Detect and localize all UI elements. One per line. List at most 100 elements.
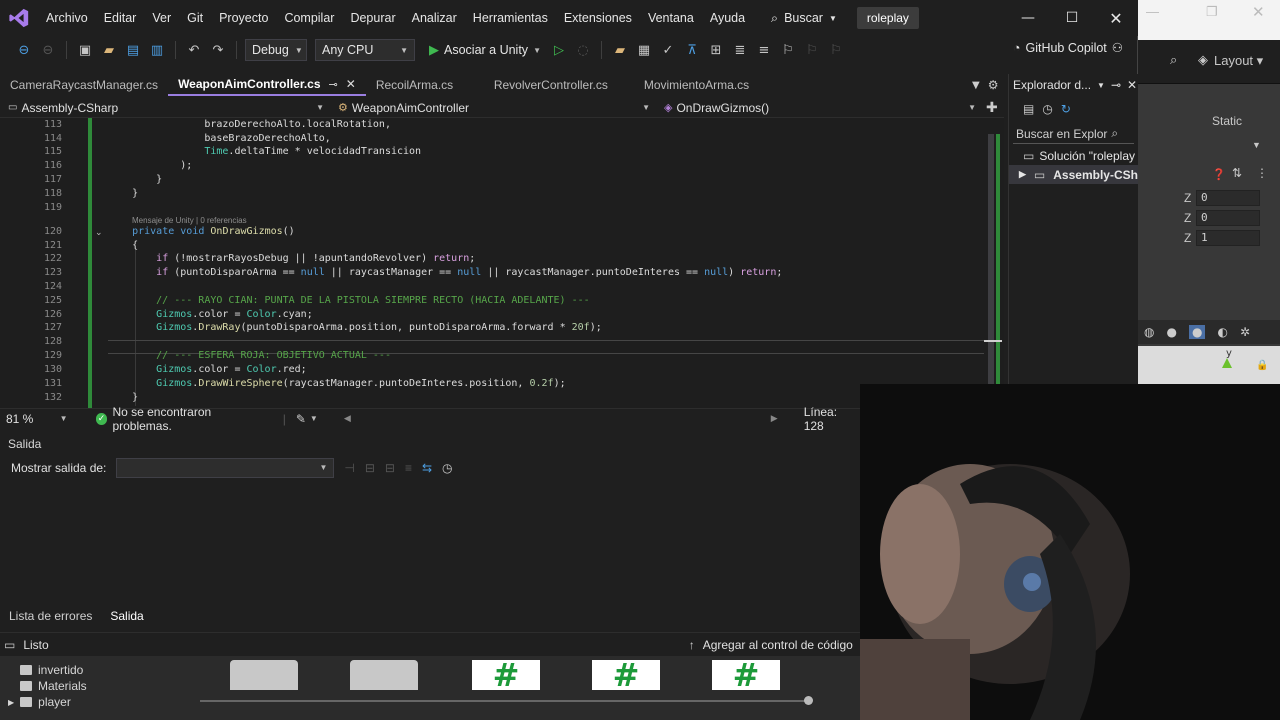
split-editor-icon[interactable]: ✚: [986, 99, 998, 116]
menu-editar[interactable]: Editar: [96, 0, 145, 36]
gear-icon[interactable]: ✲: [1240, 325, 1250, 339]
scale-z-field[interactable]: 1: [1196, 230, 1260, 246]
zoom-slider-thumb[interactable]: [804, 696, 813, 705]
redo-icon[interactable]: ↷: [208, 40, 228, 60]
layers-icon[interactable]: ◈: [1198, 52, 1208, 68]
close-icon[interactable]: ✕: [1252, 3, 1265, 21]
layout-dropdown[interactable]: Layout ▾: [1214, 53, 1263, 69]
scrollbar-track[interactable]: [988, 134, 994, 384]
hot-reload-icon[interactable]: ◌: [573, 40, 593, 60]
indent-icon[interactable]: ≣: [730, 40, 750, 60]
more-icon[interactable]: ⋮: [1256, 166, 1268, 180]
project-folder-item[interactable]: Materials: [20, 678, 87, 694]
half-sphere-icon[interactable]: ◐: [1217, 325, 1227, 339]
outdent-icon[interactable]: ≡: [754, 40, 774, 60]
project-scrollbar[interactable]: [200, 700, 810, 702]
tab-error-list[interactable]: Lista de errores: [0, 604, 101, 628]
forward-icon[interactable]: ⊖: [38, 40, 58, 60]
position-z-field[interactable]: 0: [1196, 190, 1260, 206]
sphere-active-icon[interactable]: ●: [1188, 325, 1206, 339]
restore-icon[interactable]: ❐: [1206, 4, 1218, 20]
clear-icon[interactable]: ⊟: [365, 461, 375, 475]
editor-vertical-scrollbar[interactable]: [984, 118, 1004, 408]
chevron-down-icon[interactable]: ▼: [310, 414, 318, 423]
prev-message-icon[interactable]: ⊟: [385, 461, 395, 475]
clock-icon[interactable]: ◷: [442, 461, 452, 475]
undo-icon[interactable]: ↶: [184, 40, 204, 60]
pin-icon[interactable]: ⊸: [1111, 78, 1121, 92]
step-icon[interactable]: ⊞: [706, 40, 726, 60]
help-icon[interactable]: ❓: [1212, 168, 1226, 181]
globe-icon[interactable]: ◍: [1144, 325, 1154, 339]
prev-bookmark-icon[interactable]: ⚐: [802, 40, 822, 60]
chevron-down-icon[interactable]: ▼: [1097, 81, 1105, 90]
layout-icon[interactable]: ▦: [634, 40, 654, 60]
menu-proyecto[interactable]: Proyecto: [211, 0, 276, 36]
solution-search-box[interactable]: Buscar en Explor ⌕: [1013, 124, 1134, 144]
menu-ver[interactable]: Ver: [144, 0, 179, 36]
browse-folder-icon[interactable]: ▰: [610, 40, 630, 60]
tab-weapon-aim-controller[interactable]: WeaponAimController.cs ⊸ ✕: [168, 74, 366, 96]
tab-movimiento-arma[interactable]: MovimientoArma.cs: [634, 74, 759, 96]
open-folder-icon[interactable]: ▰: [99, 40, 119, 60]
settings-icon[interactable]: ⇅: [1232, 166, 1242, 180]
code-editor[interactable]: ⌄ 113 brazoDerechoAlto.localRotation, 11…: [0, 118, 990, 408]
csharp-script-icon[interactable]: #: [472, 660, 540, 690]
menu-herramientas[interactable]: Herramientas: [465, 0, 556, 36]
tab-recoil-arma[interactable]: RecoilArma.cs: [366, 74, 484, 96]
format-icon[interactable]: ✓: [658, 40, 678, 60]
minimize-button[interactable]: —: [1006, 0, 1050, 36]
menu-git[interactable]: Git: [179, 0, 211, 36]
close-button[interactable]: ✕: [1094, 0, 1138, 36]
tab-revolver-controller[interactable]: RevolverController.cs: [484, 74, 634, 96]
problems-status[interactable]: No se encontraron problemas.: [112, 405, 272, 433]
tab-output[interactable]: Salida: [101, 604, 152, 628]
save-all-icon[interactable]: ▥: [147, 40, 167, 60]
scroll-right-icon[interactable]: ▶: [771, 413, 778, 424]
breakpoint-icon[interactable]: ⊼: [682, 40, 702, 60]
start-without-debug-icon[interactable]: ▷: [549, 40, 569, 60]
back-icon[interactable]: ⊖: [14, 40, 34, 60]
project-folder-item[interactable]: invertido: [20, 662, 83, 678]
brush-icon[interactable]: ✎: [296, 412, 306, 426]
zoom-level[interactable]: 81 %: [0, 412, 60, 426]
new-project-icon[interactable]: ▣: [75, 40, 95, 60]
menu-extensiones[interactable]: Extensiones: [556, 0, 640, 36]
next-bookmark-icon[interactable]: ⚐: [826, 40, 846, 60]
search-icon[interactable]: ⌕: [1170, 52, 1177, 68]
chevron-down-icon[interactable]: ▼: [972, 80, 980, 91]
chevron-down-icon[interactable]: ▼: [60, 414, 68, 423]
asset-folder-thumbnail[interactable]: [230, 660, 298, 690]
tree-solution-node[interactable]: ▭ Solución "roleplay: [1009, 146, 1138, 165]
toggle-wrap-icon[interactable]: ⇆: [422, 461, 432, 475]
asset-folder-thumbnail[interactable]: [350, 660, 418, 690]
tab-camera-raycast-manager[interactable]: CameraRaycastManager.cs: [0, 74, 168, 96]
dropdown-arrow-icon[interactable]: ▼: [1252, 140, 1261, 150]
find-message-icon[interactable]: ⊣: [344, 461, 354, 475]
github-copilot-button[interactable]: ◔ GitHub Copilot ⚇: [1013, 40, 1123, 56]
save-icon[interactable]: ▤: [123, 40, 143, 60]
menu-ventana[interactable]: Ventana: [640, 0, 702, 36]
scroll-left-icon[interactable]: ◀: [344, 413, 351, 424]
close-icon[interactable]: ✕: [1127, 78, 1137, 92]
project-folder-item[interactable]: ▶ player: [8, 694, 71, 710]
maximize-button[interactable]: ☐: [1050, 0, 1094, 36]
csharp-script-icon[interactable]: #: [712, 660, 780, 690]
menu-analizar[interactable]: Analizar: [404, 0, 465, 36]
source-control-button[interactable]: Agregar al control de código: [703, 638, 853, 652]
menu-archivo[interactable]: Archivo: [38, 0, 96, 36]
project-dropdown[interactable]: ▭ Assembly-CSharp ▼: [0, 98, 330, 118]
gear-icon[interactable]: ⚙: [988, 78, 999, 92]
configuration-dropdown[interactable]: Debug ▼: [245, 39, 307, 61]
close-tab-icon[interactable]: ✕: [346, 77, 356, 91]
menu-compilar[interactable]: Compilar: [276, 0, 342, 36]
output-source-dropdown[interactable]: ▼: [116, 458, 335, 478]
word-wrap-icon[interactable]: ≡: [405, 461, 412, 475]
bookmark-icon[interactable]: ⚐: [778, 40, 798, 60]
class-dropdown[interactable]: ⚙ WeaponAimController ▼: [330, 98, 656, 118]
tree-project-node[interactable]: ▶ ▭ Assembly-CSh: [1009, 165, 1138, 184]
menu-ayuda[interactable]: Ayuda: [702, 0, 753, 36]
switch-view-icon[interactable]: ▤: [1023, 102, 1034, 116]
search-button[interactable]: ⌕ Buscar ▼: [761, 11, 847, 26]
rotation-z-field[interactable]: 0: [1196, 210, 1260, 226]
